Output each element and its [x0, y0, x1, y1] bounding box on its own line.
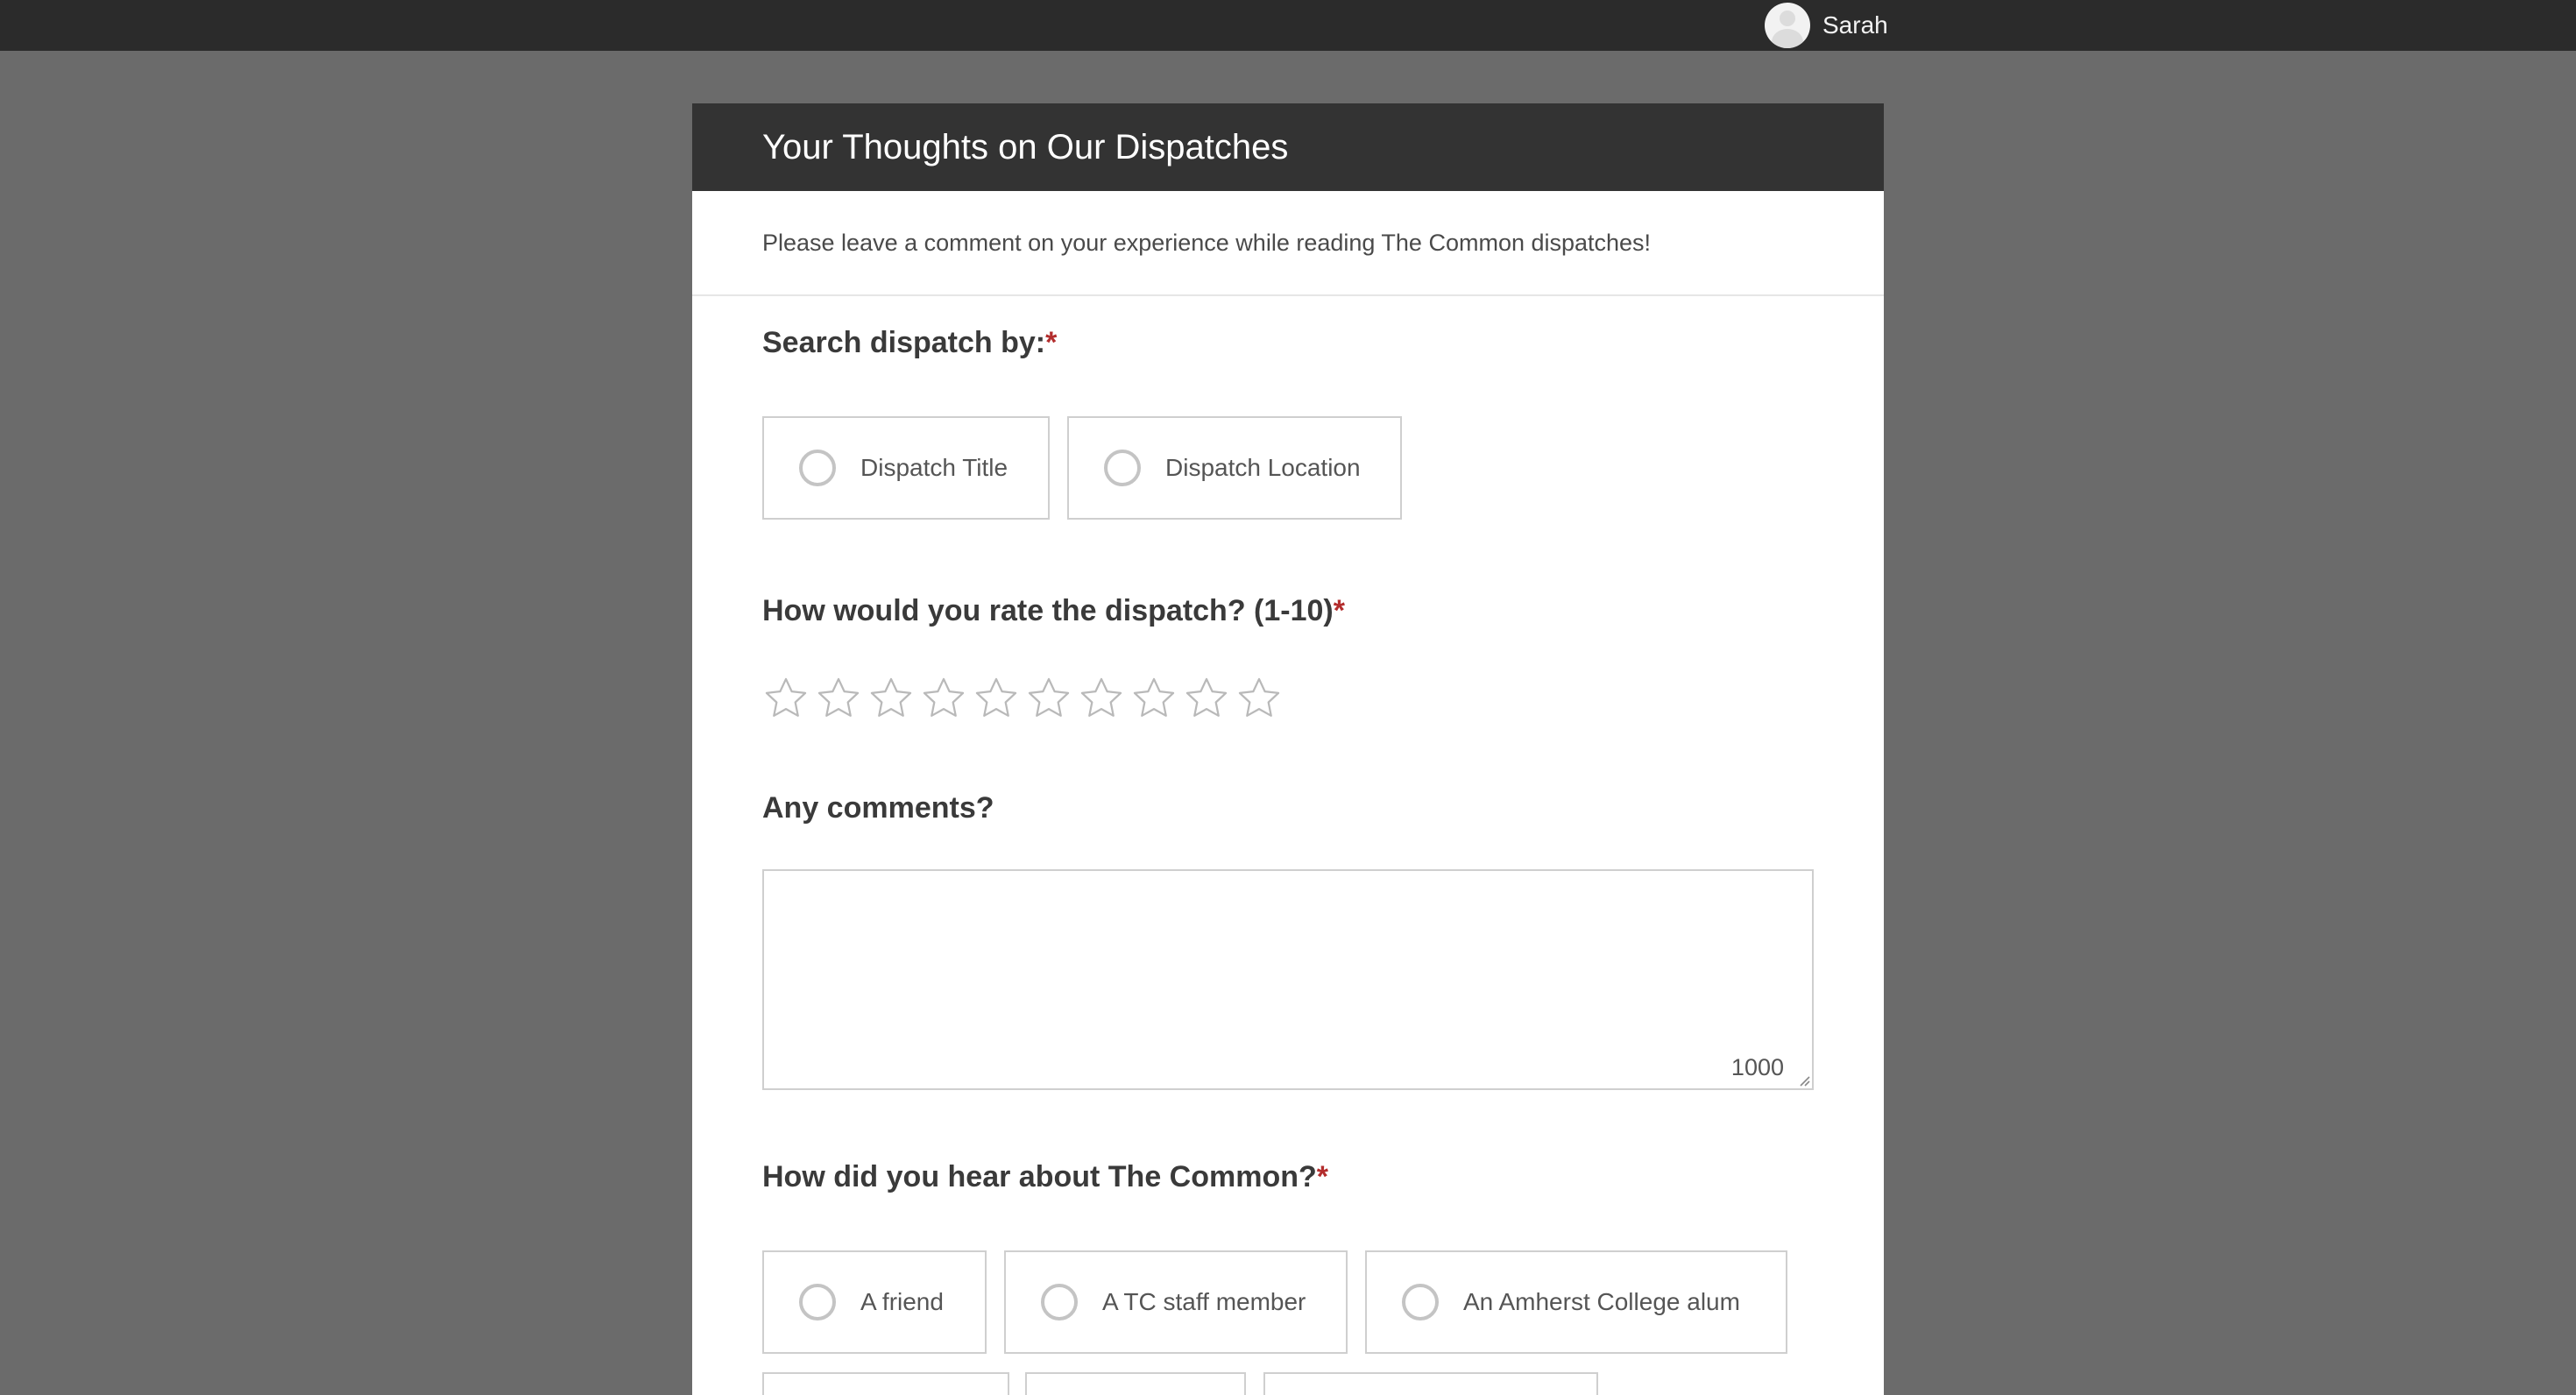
star-rating[interactable]	[762, 675, 1283, 722]
star-icon[interactable]	[1078, 675, 1125, 722]
question-comments-label: Any comments?	[762, 791, 994, 825]
star-icon[interactable]	[867, 675, 915, 722]
comments-field-wrapper: 1000	[762, 869, 1814, 1090]
option-label: Dispatch Location	[1165, 454, 1361, 481]
option-amherst-alum[interactable]: An Amherst College alum	[1365, 1250, 1787, 1354]
required-marker: *	[1316, 1160, 1329, 1193]
comments-textarea[interactable]	[762, 869, 1814, 1090]
required-marker: *	[1045, 326, 1058, 359]
form-description: Please leave a comment on your experienc…	[692, 191, 1884, 296]
radio-icon[interactable]	[1104, 450, 1141, 486]
option-partial[interactable]	[1025, 1372, 1246, 1395]
option-label: Dispatch Title	[860, 454, 1008, 481]
star-icon[interactable]	[973, 675, 1020, 722]
star-icon[interactable]	[920, 675, 967, 722]
option-label: An Amherst College alum	[1463, 1288, 1740, 1315]
form-title: Your Thoughts on Our Dispatches	[762, 127, 1289, 166]
star-icon[interactable]	[762, 675, 810, 722]
character-counter: 1000	[1730, 1054, 1784, 1080]
star-icon[interactable]	[1183, 675, 1230, 722]
form-header: Your Thoughts on Our Dispatches	[692, 103, 1884, 191]
radio-icon[interactable]	[1402, 1284, 1439, 1321]
option-dispatch-title[interactable]: Dispatch Title	[762, 416, 1050, 520]
option-partial[interactable]	[1263, 1372, 1598, 1395]
option-dispatch-location[interactable]: Dispatch Location	[1067, 416, 1402, 520]
radio-icon[interactable]	[799, 450, 836, 486]
user-menu[interactable]: Sarah	[1765, 0, 1888, 51]
radio-icon[interactable]	[799, 1284, 836, 1321]
resize-handle-icon[interactable]	[1796, 1073, 1810, 1087]
option-partial[interactable]	[762, 1372, 1009, 1395]
question-hear-about: How did you hear about The Common?*	[762, 1160, 1328, 1194]
option-a-friend[interactable]: A friend	[762, 1250, 987, 1354]
star-icon[interactable]	[1235, 675, 1283, 722]
user-name[interactable]: Sarah	[1822, 11, 1888, 39]
option-tc-staff-member[interactable]: A TC staff member	[1004, 1250, 1348, 1354]
question-comments: Any comments?	[762, 791, 994, 825]
question-hear-about-label: How did you hear about The Common?	[762, 1160, 1317, 1193]
option-label: A friend	[860, 1288, 944, 1315]
survey-form: Your Thoughts on Our Dispatches Please l…	[692, 103, 1884, 1395]
star-icon[interactable]	[815, 675, 862, 722]
radio-icon[interactable]	[1041, 1284, 1078, 1321]
required-marker: *	[1333, 594, 1345, 627]
top-bar: Sarah	[0, 0, 2576, 51]
question-rating-label: How would you rate the dispatch? (1-10)	[762, 594, 1334, 627]
question-search-by-label: Search dispatch by:	[762, 326, 1046, 359]
option-label: A TC staff member	[1102, 1288, 1306, 1315]
star-icon[interactable]	[1130, 675, 1178, 722]
star-icon[interactable]	[1025, 675, 1072, 722]
question-rating: How would you rate the dispatch? (1-10)*	[762, 594, 1345, 628]
question-search-by: Search dispatch by:*	[762, 326, 1057, 360]
avatar[interactable]	[1765, 3, 1810, 48]
